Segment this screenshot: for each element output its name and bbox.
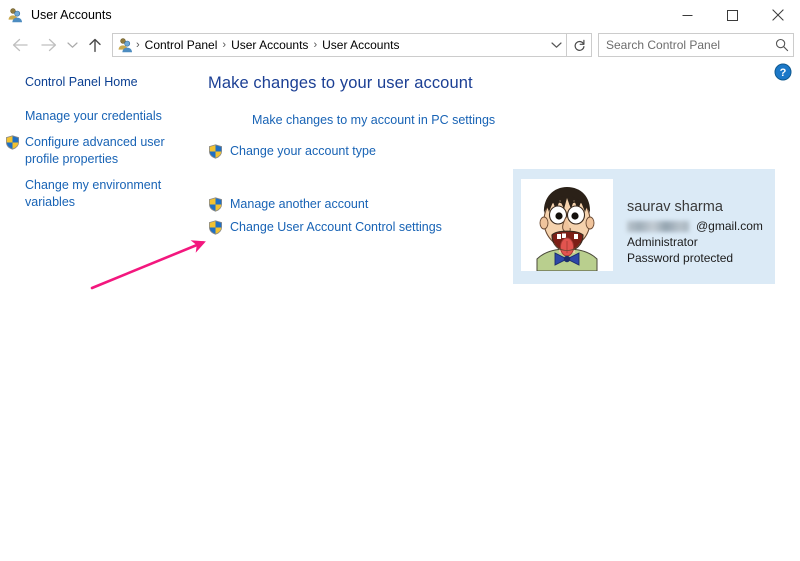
avatar (521, 179, 613, 271)
sidebar-item-control-panel-home[interactable]: Control Panel Home (25, 74, 138, 90)
uac-shield-icon (208, 197, 223, 212)
window-controls (665, 0, 800, 30)
link-label: Change User Account Control settings (230, 220, 442, 234)
refresh-icon (574, 39, 584, 51)
user-name: saurav sharma (627, 199, 723, 215)
link-label: Change your account type (230, 144, 376, 158)
breadcrumb-item-user-accounts-current[interactable]: User Accounts (318, 38, 403, 52)
user-email: @gmail.com (627, 218, 763, 234)
arrow-left-icon (12, 38, 28, 52)
sidebar: Control Panel Home Manage your credentia… (0, 60, 200, 220)
page-title: Make changes to your user account (208, 74, 473, 92)
breadcrumb-item-control-panel[interactable]: Control Panel (141, 38, 222, 52)
redacted-email-prefix (627, 220, 689, 232)
sidebar-item-change-environment-variables[interactable]: Change my environment variables (25, 177, 185, 211)
link-change-account-type[interactable]: Change your account type (208, 143, 800, 160)
sidebar-item-label: Manage your credentials (25, 109, 162, 123)
back-button[interactable] (6, 32, 34, 58)
address-bar[interactable]: › Control Panel › User Accounts › User A… (112, 33, 567, 57)
up-button[interactable] (82, 32, 108, 58)
sidebar-item-configure-advanced-user-profile[interactable]: Configure advanced user profile properti… (6, 134, 185, 168)
maximize-button[interactable] (710, 0, 755, 30)
title-bar: User Accounts (0, 0, 800, 30)
chevron-down-icon (550, 42, 562, 48)
content-area: ? Control Panel Home Manage your credent… (0, 60, 800, 561)
chevron-down-icon (66, 42, 78, 48)
arrow-right-icon (40, 38, 56, 52)
user-info: saurav sharma @gmail.com Administrator P… (627, 198, 763, 266)
address-dropdown-button[interactable] (546, 35, 566, 55)
user-role: Administrator (627, 235, 698, 249)
uac-shield-icon (5, 135, 20, 150)
sidebar-item-label: Configure advanced user profile properti… (25, 135, 165, 166)
close-button[interactable] (755, 0, 800, 30)
minimize-button[interactable] (665, 0, 710, 30)
refresh-button[interactable] (567, 33, 592, 57)
recent-locations-button[interactable] (62, 32, 82, 58)
search-input[interactable] (599, 37, 771, 53)
sidebar-item-manage-credentials[interactable]: Manage your credentials (25, 108, 185, 125)
breadcrumb-item-user-accounts[interactable]: User Accounts (227, 38, 312, 52)
link-label: Make changes to my account in PC setting… (252, 113, 496, 127)
uac-shield-icon (208, 144, 223, 159)
search-icon[interactable] (771, 35, 793, 55)
link-make-changes-pc-settings[interactable]: Make changes to my account in PC setting… (230, 112, 800, 129)
arrow-up-icon (89, 38, 101, 52)
link-label: Manage another account (230, 197, 369, 211)
search-box[interactable] (598, 33, 794, 57)
window-title: User Accounts (31, 7, 112, 22)
forward-button[interactable] (34, 32, 62, 58)
uac-shield-icon (208, 220, 223, 235)
breadcrumb-user-accounts-icon (117, 37, 133, 53)
sidebar-item-label: Change my environment variables (25, 178, 162, 209)
user-accounts-icon (7, 7, 23, 23)
password-status: Password protected (627, 251, 734, 265)
navigation-bar: › Control Panel › User Accounts › User A… (0, 30, 800, 60)
user-account-panel: saurav sharma @gmail.com Administrator P… (513, 169, 775, 284)
email-domain: @gmail.com (696, 219, 763, 233)
